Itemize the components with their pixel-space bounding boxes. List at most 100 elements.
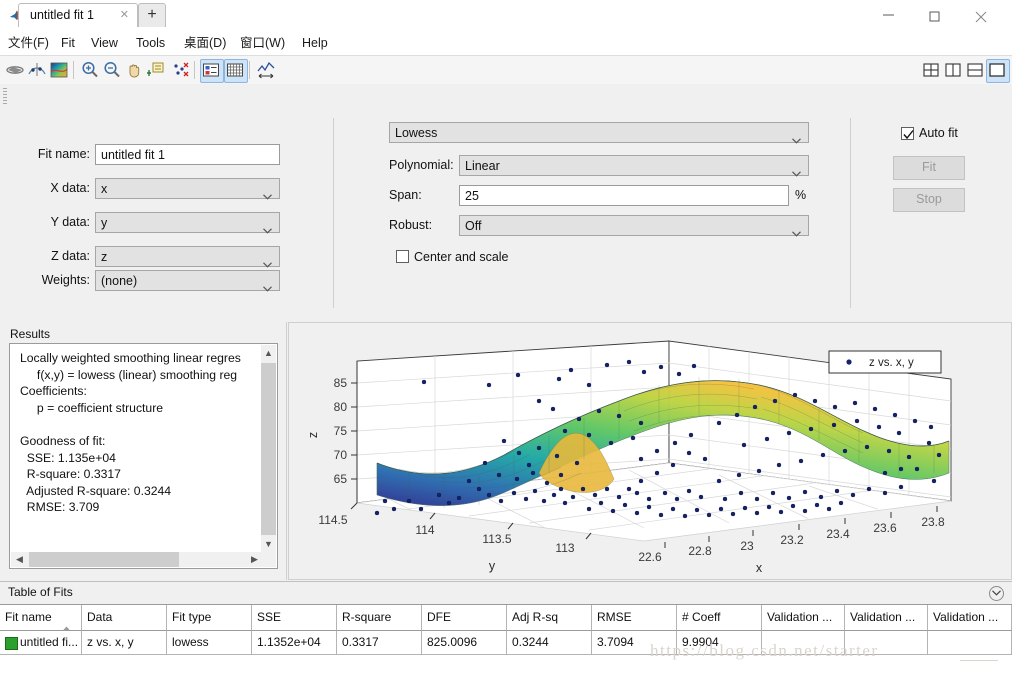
y-data-label: Y data: <box>10 215 90 229</box>
column-label: Fit name <box>5 610 52 624</box>
column-header-data[interactable]: Data <box>82 605 167 631</box>
maximize-button[interactable] <box>913 0 959 30</box>
cell-validation-3 <box>928 631 1012 655</box>
grid-panel-icon[interactable] <box>224 59 248 83</box>
center-and-scale-checkbox[interactable] <box>396 250 409 263</box>
column-header-num-coeff[interactable]: # Coeff <box>677 605 762 631</box>
weights-select[interactable]: (none) <box>95 270 280 291</box>
surface-plot[interactable]: 85 80 75 70 65 z 114.5 114 <box>289 323 1011 579</box>
zoom-out-icon[interactable] <box>101 59 125 83</box>
column-header-validation-2[interactable]: Validation ... <box>845 605 928 631</box>
center-and-scale-label: Center and scale <box>414 250 509 264</box>
results-textbox[interactable]: Locally weighted smoothing linear regres… <box>9 343 278 569</box>
span-label: Span: <box>330 188 458 202</box>
auto-fit-checkbox[interactable] <box>901 127 914 140</box>
data-cursor-icon[interactable] <box>26 59 50 83</box>
weights-value: (none) <box>101 274 137 288</box>
column-header-rmse[interactable]: RMSE <box>592 605 677 631</box>
toolbar-separator-2 <box>194 61 195 79</box>
scroll-up-icon[interactable]: ▲ <box>261 345 276 362</box>
chevron-down-icon <box>792 163 801 183</box>
minimize-button[interactable] <box>867 0 913 30</box>
layout-horizontal-icon[interactable] <box>964 59 988 83</box>
x-tick-23-6: 23.6 <box>873 521 897 535</box>
scroll-down-icon[interactable]: ▼ <box>261 536 276 553</box>
surface-plot-icon[interactable] <box>48 59 72 83</box>
fit-name-label: Fit name: <box>10 147 90 161</box>
fit-results-panel-icon[interactable] <box>200 59 224 83</box>
cell-sse: 1.1352e+04 <box>252 631 337 655</box>
stop-button[interactable]: Stop <box>893 188 965 212</box>
column-header-dfe[interactable]: DFE <box>422 605 507 631</box>
robust-select[interactable]: Off <box>459 215 809 236</box>
column-header-r-square[interactable]: R-square <box>337 605 422 631</box>
z-data-select[interactable]: z <box>95 246 280 267</box>
tab-close-icon[interactable]: ✕ <box>120 8 129 21</box>
table-of-fits-title: Table of Fits <box>8 585 73 599</box>
tab-untitled-fit-1[interactable]: untitled fit 1 ✕ <box>18 3 138 27</box>
span-input[interactable]: 25 <box>459 185 789 206</box>
fit-type-select[interactable]: Lowess <box>389 122 809 143</box>
robust-label: Robust: <box>330 218 458 232</box>
fit-color-swatch-icon <box>5 637 18 650</box>
column-header-validation-1[interactable]: Validation ... <box>762 605 845 631</box>
x-axis-label: x <box>756 561 763 575</box>
menu-file[interactable]: 文件(F) <box>3 34 54 52</box>
z-tick-80: 80 <box>334 400 348 414</box>
fit-type-value: Lowess <box>395 126 437 140</box>
layout-grid-icon[interactable] <box>920 59 944 83</box>
legend-label-0: z vs. x, y <box>869 357 914 369</box>
results-horizontal-scrollbar[interactable]: ◀ ▶ <box>11 552 263 567</box>
column-header-fit-name[interactable]: Fit name <box>0 605 82 631</box>
vscroll-thumb[interactable] <box>261 363 276 535</box>
close-button[interactable] <box>959 0 1005 30</box>
legend-toggle-icon[interactable] <box>145 59 169 83</box>
column-header-fit-type[interactable]: Fit type <box>167 605 252 631</box>
options-divider-2 <box>850 118 851 308</box>
pan-hand-icon[interactable] <box>123 59 147 83</box>
robust-value: Off <box>465 219 481 233</box>
column-header-validation-3[interactable]: Validation ... <box>928 605 1012 631</box>
results-title: Results <box>10 327 50 341</box>
menu-view[interactable]: View <box>86 34 123 52</box>
fit-button[interactable]: Fit <box>893 156 965 180</box>
results-vertical-scrollbar[interactable]: ▲ ▼ <box>261 345 276 553</box>
column-header-sse[interactable]: SSE <box>252 605 337 631</box>
exclude-outliers-icon[interactable] <box>170 59 194 83</box>
chevron-down-circle-icon[interactable] <box>989 586 1004 601</box>
menu-window[interactable]: 窗口(W) <box>235 34 290 52</box>
z-data-value: z <box>101 250 107 264</box>
results-text: Locally weighted smoothing linear regres… <box>20 350 268 516</box>
x-data-value: x <box>101 182 107 196</box>
y-data-value: y <box>101 216 107 230</box>
cell-r-square: 0.3317 <box>337 631 422 655</box>
x-tick-23-8: 23.8 <box>921 515 945 529</box>
x-data-select[interactable]: x <box>95 178 280 199</box>
fit-name-input[interactable]: untitled fit 1 <box>95 144 280 165</box>
cell-dfe: 825.0096 <box>422 631 507 655</box>
x-tick-22-8: 22.8 <box>688 544 712 558</box>
menu-help[interactable]: Help <box>297 34 333 52</box>
column-header-adj-r-sq[interactable]: Adj R-sq <box>507 605 592 631</box>
hscroll-thumb[interactable] <box>29 552 179 567</box>
chevron-down-icon <box>263 220 272 240</box>
layout-vertical-icon[interactable] <box>942 59 966 83</box>
surface-plot-pane[interactable]: 85 80 75 70 65 z 114.5 114 <box>288 322 1012 580</box>
menu-fit[interactable]: Fit <box>56 34 80 52</box>
chevron-down-icon <box>792 130 801 150</box>
axes-limits-icon[interactable] <box>255 59 279 83</box>
scroll-left-icon[interactable]: ◀ <box>11 552 28 567</box>
toolbar-separator-3 <box>249 61 250 79</box>
table-row[interactable]: untitled fi... <box>0 631 82 655</box>
table-of-fits[interactable]: Fit name Data Fit type SSE R-square DFE … <box>0 604 1012 675</box>
y-data-select[interactable]: y <box>95 212 280 233</box>
menu-tools[interactable]: Tools <box>131 34 170 52</box>
layout-single-icon[interactable] <box>986 59 1010 83</box>
menu-desktop[interactable]: 桌面(D) <box>179 34 231 52</box>
x-tick-23-2: 23.2 <box>780 533 804 547</box>
y-tick-114: 114 <box>415 523 434 537</box>
add-fit-tab-button[interactable]: + <box>138 3 166 27</box>
polynomial-select[interactable]: Linear <box>459 155 809 176</box>
zoom-in-icon[interactable] <box>79 59 103 83</box>
rotate-3d-icon[interactable] <box>4 59 28 83</box>
